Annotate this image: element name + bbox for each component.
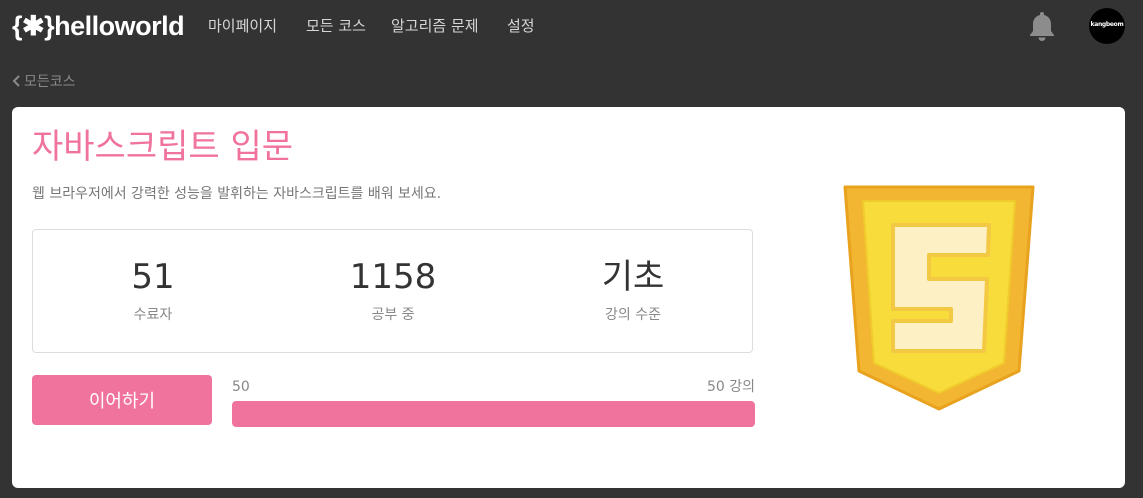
progress-bar: [232, 401, 755, 427]
course-card: 자바스크립트 입문 웹 브라우저에서 강력한 성능을 발휘하는 자바스크립트를 …: [12, 107, 1125, 488]
stat-label: 강의 수준: [605, 307, 661, 323]
course-description: 웹 브라우저에서 강력한 성능을 발휘하는 자바스크립트를 배워 보세요.: [32, 186, 442, 202]
course-stats: 51 수료자 1158 공부 중 기초 강의 수준: [32, 229, 753, 353]
progress-total-count: 50 강의: [706, 379, 755, 395]
back-link-label: 모든코스: [24, 74, 76, 90]
bell-icon[interactable]: [1028, 10, 1056, 42]
js-shield-logo: [841, 183, 1037, 415]
progress-bar-fill: [232, 401, 755, 427]
continue-button[interactable]: 이어하기: [32, 375, 212, 425]
course-title: 자바스크립트 입문: [32, 127, 294, 167]
avatar-text: kangbeom: [1090, 21, 1124, 28]
stat-value: 1158: [349, 257, 437, 297]
back-to-all-courses[interactable]: 모든코스: [12, 73, 76, 91]
stat-value: 51: [131, 257, 175, 297]
nav-algorithm-problems[interactable]: 알고리즘 문제: [391, 17, 479, 35]
progress-current-count: 50: [232, 379, 250, 395]
helloworld-logo[interactable]: {✱}helloworld: [12, 10, 185, 42]
stat-level: 기초 강의 수준: [513, 256, 753, 324]
nav-all-courses[interactable]: 모든 코스: [306, 17, 366, 35]
chevron-left-icon: [12, 75, 20, 87]
stat-label: 공부 중: [371, 307, 415, 323]
user-avatar[interactable]: kangbeom: [1089, 8, 1125, 44]
stat-value: 기초: [601, 257, 665, 297]
stat-graduates: 51 수료자: [33, 256, 273, 324]
nav-mypage[interactable]: 마이페이지: [208, 17, 277, 35]
stat-label: 수료자: [133, 307, 173, 323]
stat-studying: 1158 공부 중: [273, 256, 513, 324]
top-navbar: {✱}helloworld 마이페이지 모든 코스 알고리즘 문제 설정 kan…: [0, 0, 1143, 52]
nav-settings[interactable]: 설정: [507, 17, 535, 35]
